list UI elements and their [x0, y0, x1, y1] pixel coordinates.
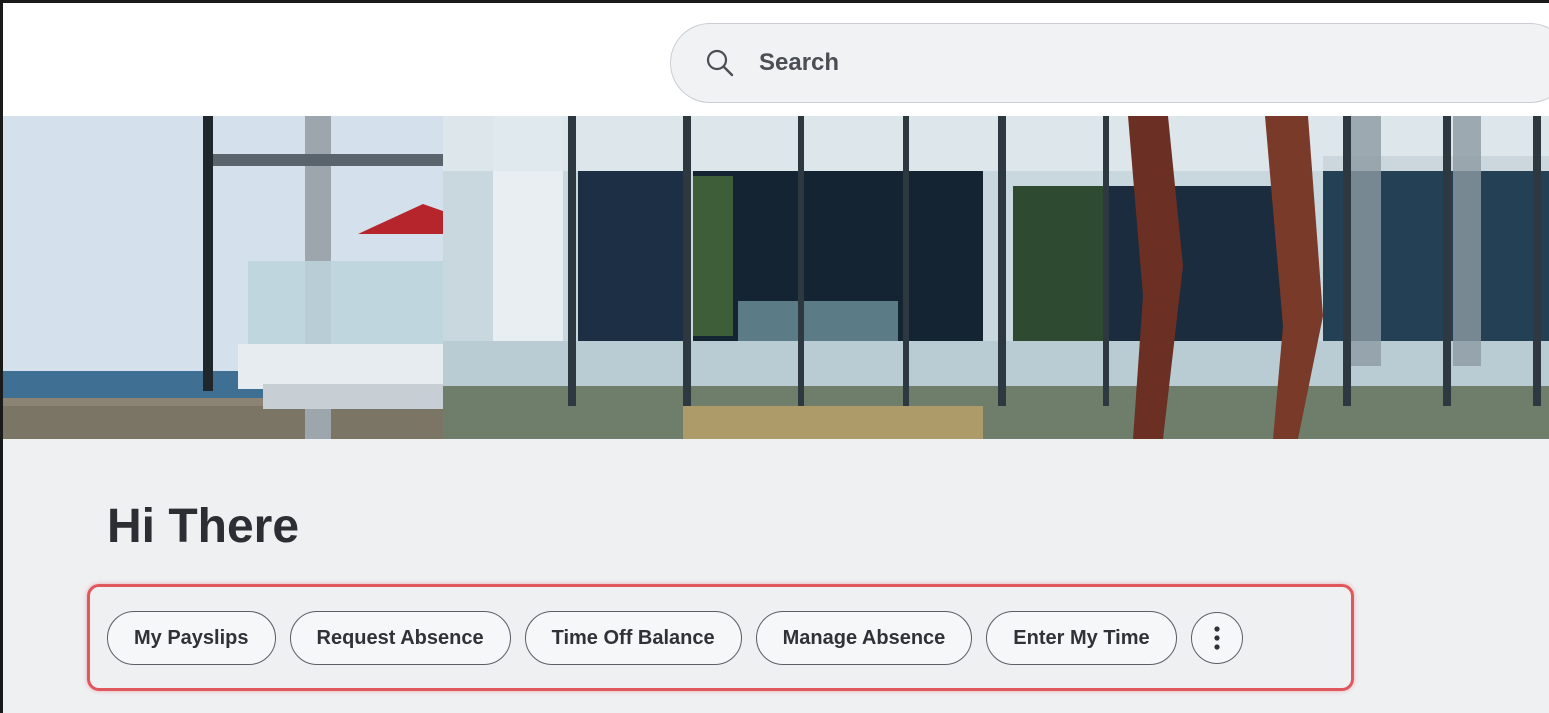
top-bar: Search [3, 3, 1549, 116]
search-icon [706, 49, 734, 77]
app-window: Search Hi There My Payslips Request Abse… [0, 0, 1549, 713]
quick-actions-bar: My Payslips Request Absence Time Off Bal… [107, 611, 1243, 665]
search-input[interactable]: Search [670, 23, 1549, 103]
request-absence-button[interactable]: Request Absence [289, 611, 511, 665]
enter-my-time-button[interactable]: Enter My Time [986, 611, 1177, 665]
hero-banner-image [3, 116, 1549, 439]
time-off-balance-button[interactable]: Time Off Balance [524, 611, 742, 665]
search-placeholder: Search [759, 49, 840, 76]
more-actions-button[interactable] [1190, 612, 1243, 664]
main-content: Hi There My Payslips Request Absence Tim… [3, 439, 1549, 713]
my-payslips-button[interactable]: My Payslips [107, 611, 276, 665]
page-title: Hi There [107, 500, 300, 553]
manage-absence-button[interactable]: Manage Absence [755, 611, 973, 665]
more-vertical-icon [1214, 626, 1220, 650]
